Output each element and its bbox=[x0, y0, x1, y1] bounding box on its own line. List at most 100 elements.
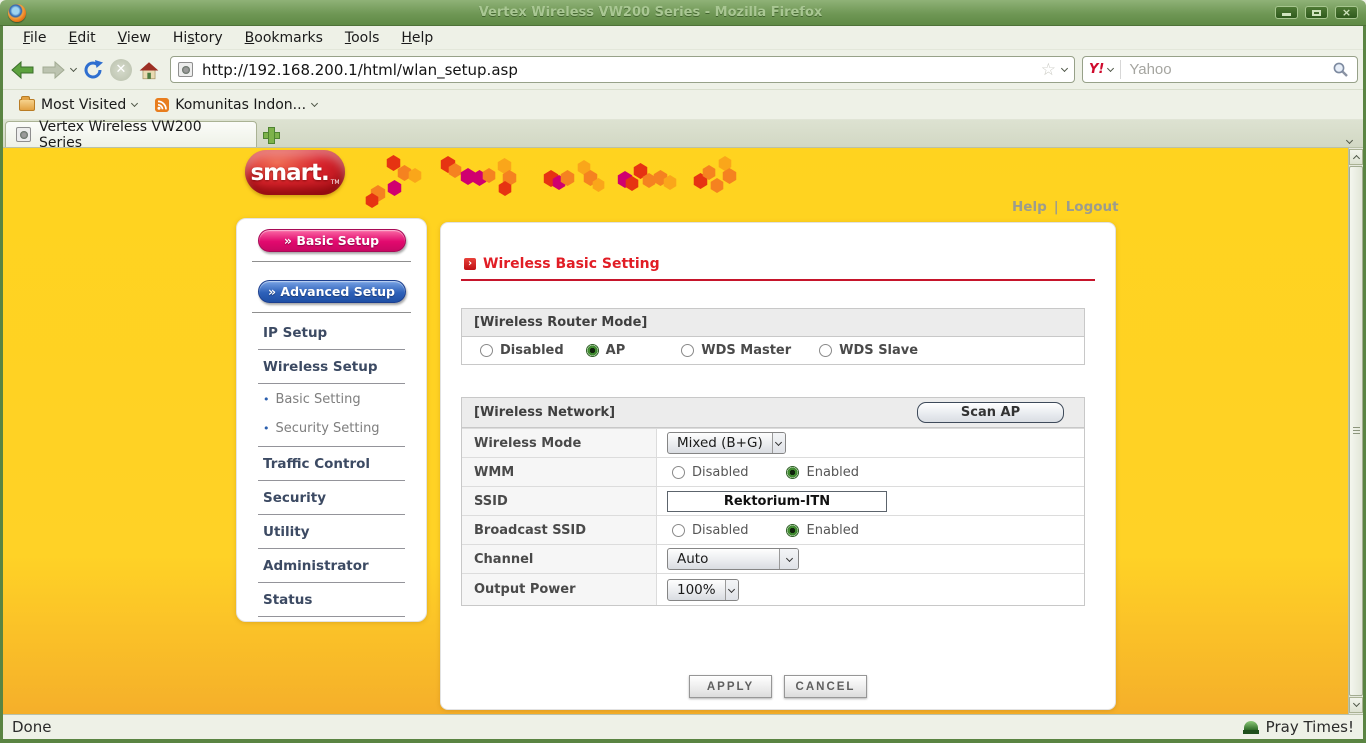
radio-group-item: Disabled bbox=[672, 523, 748, 538]
bullet-icon: • bbox=[263, 422, 270, 435]
chevron-down-icon bbox=[70, 64, 77, 71]
close-button[interactable]: × bbox=[1335, 6, 1358, 19]
main-content: › Wireless Basic Setting [Wireless Route… bbox=[440, 222, 1116, 710]
menu-history[interactable]: History bbox=[162, 28, 234, 48]
chevron-down-icon bbox=[772, 433, 785, 453]
tab-bar: Vertex Wireless VW200 Series bbox=[0, 120, 1366, 148]
smart-logo-tm: TM bbox=[331, 179, 340, 186]
divider bbox=[252, 261, 411, 262]
chevron-down-icon bbox=[131, 99, 138, 106]
wireless-network-header: [Wireless Network] Scan AP bbox=[462, 398, 1084, 428]
apply-button[interactable]: APPLY bbox=[689, 675, 772, 698]
radio-label: Enabled bbox=[806, 465, 859, 480]
channel-row: Channel Auto bbox=[462, 544, 1084, 573]
radio-group-item: Enabled bbox=[786, 465, 859, 480]
radio-broadcast-disabled[interactable] bbox=[672, 524, 685, 537]
bookmark-komunitas[interactable]: Komunitas Indon... bbox=[146, 97, 326, 113]
help-link[interactable]: Help bbox=[1012, 199, 1047, 215]
sidebar-item-label: Basic Setting bbox=[276, 392, 361, 407]
home-icon bbox=[138, 60, 160, 80]
scrollbar-thumb[interactable] bbox=[1349, 166, 1363, 696]
back-button[interactable] bbox=[11, 61, 35, 79]
menu-view[interactable]: View bbox=[107, 28, 162, 48]
close-icon: × bbox=[1342, 8, 1351, 17]
radio-label: WDS Master bbox=[701, 343, 791, 358]
search-box[interactable]: Y! bbox=[1082, 56, 1358, 83]
menu-file[interactable]: File bbox=[12, 28, 57, 48]
wmm-row: WMM Disabled Enabled bbox=[462, 457, 1084, 486]
tab-vertex-wireless[interactable]: Vertex Wireless VW200 Series bbox=[5, 121, 257, 147]
firefox-window: Vertex Wireless VW200 Series - Mozilla F… bbox=[0, 0, 1366, 743]
menu-bookmarks[interactable]: Bookmarks bbox=[234, 28, 334, 48]
maximize-button[interactable] bbox=[1305, 6, 1328, 19]
home-button[interactable] bbox=[138, 60, 160, 80]
reload-button[interactable] bbox=[82, 59, 104, 81]
sidebar-item-traffic-control[interactable]: Traffic Control bbox=[258, 447, 405, 481]
minimize-button[interactable] bbox=[1275, 6, 1298, 19]
url-input[interactable] bbox=[200, 60, 1041, 80]
channel-select[interactable]: Auto bbox=[667, 548, 799, 570]
row-label: WMM bbox=[462, 458, 657, 486]
scrollbar-grip bbox=[1353, 427, 1360, 436]
ssid-input[interactable] bbox=[667, 491, 887, 512]
url-bar[interactable]: ☆ bbox=[170, 56, 1075, 83]
scroll-up-button[interactable] bbox=[1349, 149, 1363, 165]
cancel-button[interactable]: CANCEL bbox=[784, 675, 867, 698]
radio-label: Disabled bbox=[692, 465, 748, 480]
radio-broadcast-enabled[interactable] bbox=[786, 524, 799, 537]
stop-button[interactable]: ✕ bbox=[110, 59, 132, 81]
search-input[interactable] bbox=[1127, 60, 1332, 79]
window-bottom-border bbox=[0, 739, 1366, 743]
search-icon[interactable] bbox=[1332, 61, 1349, 78]
radio-group-item: Disabled bbox=[672, 465, 748, 480]
scroll-down-button[interactable] bbox=[1349, 697, 1363, 713]
sidebar-item-label: Security Setting bbox=[276, 421, 380, 436]
sidebar-item-ip-setup[interactable]: IP Setup bbox=[258, 316, 405, 350]
menu-edit[interactable]: Edit bbox=[57, 28, 106, 48]
tab-label: Vertex Wireless VW200 Series bbox=[39, 119, 246, 151]
sidebar-advanced-setup-button[interactable]: » Advanced Setup bbox=[258, 280, 406, 303]
pray-times-widget[interactable]: Pray Times! bbox=[1243, 718, 1354, 736]
history-dropdown-button[interactable] bbox=[71, 69, 76, 71]
tab-list-button[interactable] bbox=[1347, 128, 1352, 147]
radio-ap[interactable] bbox=[586, 344, 599, 357]
radio-label: AP bbox=[606, 343, 626, 358]
radio-group-item: Disabled bbox=[480, 343, 564, 358]
logout-link[interactable]: Logout bbox=[1066, 199, 1119, 215]
bookmark-most-visited[interactable]: Most Visited bbox=[10, 97, 146, 113]
chevron-down-icon bbox=[311, 99, 318, 106]
sidebar-basic-setup-button[interactable]: » Basic Setup bbox=[258, 229, 406, 252]
output-power-select[interactable]: 100% bbox=[667, 579, 739, 601]
forward-button[interactable] bbox=[41, 61, 65, 79]
sidebar-item-utility[interactable]: Utility bbox=[258, 515, 405, 549]
window-controls: × bbox=[1275, 6, 1358, 19]
select-value: 100% bbox=[668, 582, 725, 598]
menu-help[interactable]: Help bbox=[390, 28, 444, 48]
sidebar-item-administrator[interactable]: Administrator bbox=[258, 549, 405, 583]
router-mode-header: [Wireless Router Mode] bbox=[462, 309, 1084, 337]
wireless-mode-select[interactable]: Mixed (B+G) bbox=[667, 432, 786, 454]
sidebar-menu: IP Setup Wireless Setup •Basic Setting •… bbox=[237, 316, 426, 617]
page-favicon bbox=[178, 62, 193, 77]
bookmark-star-icon[interactable]: ☆ bbox=[1041, 63, 1056, 77]
radio-wds-slave[interactable] bbox=[819, 344, 832, 357]
vertical-scrollbar[interactable] bbox=[1348, 148, 1363, 714]
search-engine-dropdown-icon[interactable] bbox=[1107, 64, 1114, 71]
sidebar-item-basic-setting[interactable]: •Basic Setting bbox=[258, 384, 405, 413]
sidebar-item-security[interactable]: Security bbox=[258, 481, 405, 515]
broadcast-ssid-row: Broadcast SSID Disabled Enabled bbox=[462, 515, 1084, 544]
radio-wmm-disabled[interactable] bbox=[672, 466, 685, 479]
chevron-up-icon bbox=[1352, 154, 1359, 161]
scan-ap-button[interactable]: Scan AP bbox=[917, 402, 1064, 423]
router-mode-options-row: Disabled AP WDS Master WDS Slave bbox=[462, 337, 1084, 364]
radio-wmm-enabled[interactable] bbox=[786, 466, 799, 479]
sidebar-item-status[interactable]: Status bbox=[258, 583, 405, 617]
sidebar-item-security-setting[interactable]: • Security Setting bbox=[258, 413, 405, 447]
sidebar-item-wireless-setup[interactable]: Wireless Setup bbox=[258, 350, 405, 384]
menu-tools[interactable]: Tools bbox=[334, 28, 391, 48]
new-tab-button[interactable] bbox=[262, 126, 279, 143]
radio-disabled[interactable] bbox=[480, 344, 493, 357]
url-dropdown-icon[interactable] bbox=[1061, 64, 1068, 71]
status-text: Done bbox=[12, 718, 51, 736]
radio-wds-master[interactable] bbox=[681, 344, 694, 357]
